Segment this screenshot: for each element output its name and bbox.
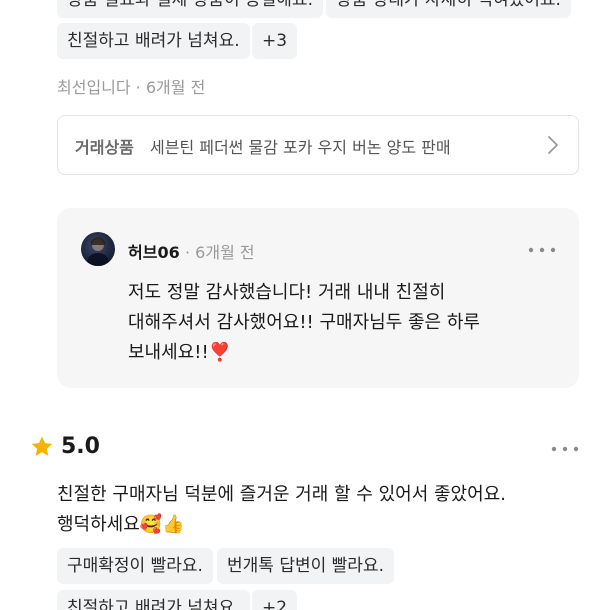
reply-text: 저도 정말 감사했습니다! 거래 내내 친절히 대해주셔서 감사했어요!! 구매… <box>128 278 548 368</box>
review-tags-clipped: 친절하고 배려가 넘쳐요. +2 <box>0 590 610 610</box>
review-tag-chip: 상품 상태가 자세히 적혀있어요. <box>326 0 571 18</box>
review-score: 5.0 <box>61 434 100 459</box>
seller-reply: 허브06 · 6개월 전 저도 정말 감사했습니다! 거래 내내 친절히 대해주… <box>57 208 579 388</box>
previous-review-tags-clipped: 상품 필요와 실제 상품이 동일해요. 상품 상태가 자세히 적혀있어요. <box>0 0 610 18</box>
review-text: 친절한 구매자님 덕분에 즐거운 거래 할 수 있어서 좋았어요. 행덕하세요🥰… <box>57 480 577 540</box>
review-tag-chip: 상품 필요와 실제 상품이 동일해요. <box>57 0 323 18</box>
review-tag-chip: 친절하고 배려가 넘쳐요. <box>57 590 250 610</box>
product-title: 세븐틴 페더썬 물감 포카 우지 버논 양도 판매 <box>150 138 451 157</box>
traded-product-card[interactable]: 거래상품 세븐틴 페더썬 물감 포카 우지 버논 양도 판매 <box>57 115 579 175</box>
product-label: 거래상품 <box>75 138 134 157</box>
review-tag-more-chip[interactable]: +2 <box>252 590 298 610</box>
reply-line: 대해주셔서 감사했어요!! 구매자님두 좋은 하루 <box>128 312 480 333</box>
review-tag-chip: 친절하고 배려가 넘쳐요. <box>57 23 250 59</box>
more-dots-icon[interactable] <box>550 444 580 454</box>
more-dots-icon[interactable] <box>527 245 557 255</box>
star-icon <box>31 436 53 456</box>
reply-line: 보내세요!!❣️ <box>128 342 232 363</box>
review-tag-chip: 구매확정이 빨라요. <box>57 548 213 584</box>
reply-author-name[interactable]: 허브06 <box>128 239 180 263</box>
review-tag-more-chip[interactable]: +3 <box>252 23 298 59</box>
review-line: 친절한 구매자님 덕분에 즐거운 거래 할 수 있어서 좋았어요. <box>57 484 506 505</box>
chevron-right-icon <box>548 136 558 154</box>
reply-line: 저도 정말 감사했습니다! 거래 내내 친절히 <box>128 282 446 303</box>
review-meta: 최선입니다 · 6개월 전 <box>57 78 206 97</box>
avatar[interactable] <box>81 232 115 266</box>
reply-time: · 6개월 전 <box>185 243 255 262</box>
review-tag-chip: 번개톡 답변이 빨라요. <box>217 548 394 584</box>
review-line: 행덕하세요🥰👍 <box>57 514 185 535</box>
